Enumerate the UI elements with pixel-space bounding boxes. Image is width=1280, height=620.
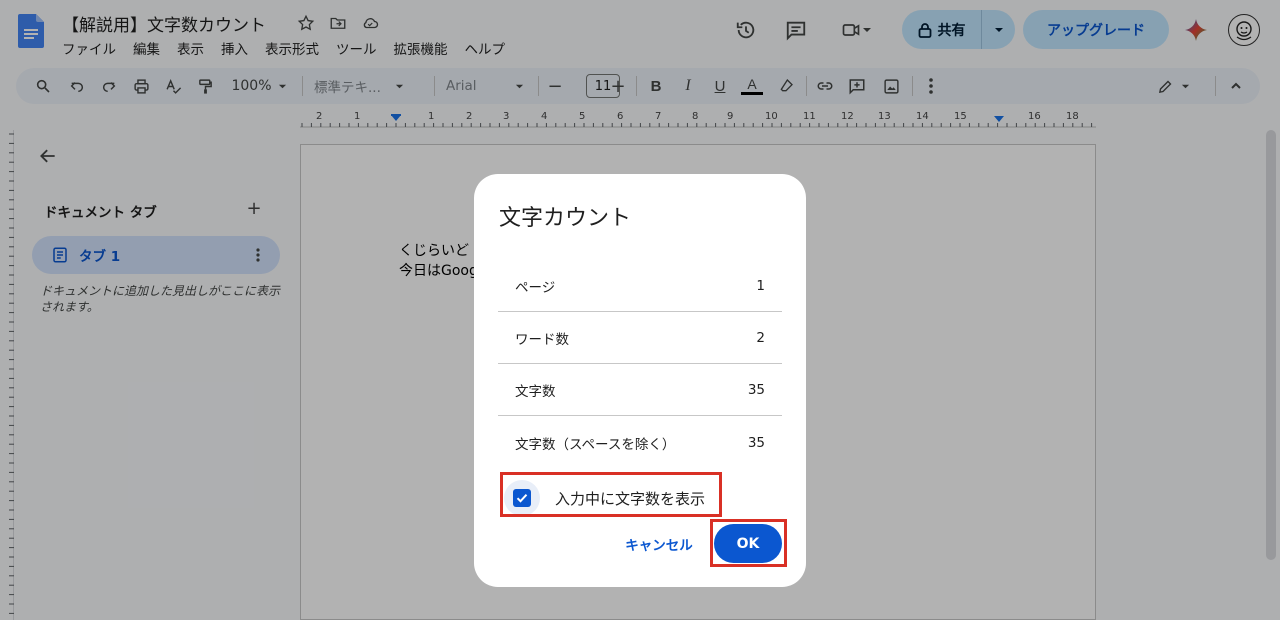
- stat-label: 文字数（スペースを除く）: [515, 437, 676, 453]
- stat-row-characters-no-spaces: 文字数（スペースを除く） 35: [498, 417, 782, 469]
- stat-value: 2: [756, 329, 765, 346]
- stat-label: 文字数: [515, 383, 556, 400]
- cancel-button[interactable]: キャンセル: [614, 526, 704, 562]
- annotation-highlight-box: [500, 472, 722, 517]
- stat-value: 35: [747, 381, 765, 398]
- stat-label: ページ: [515, 279, 556, 296]
- stat-value: 1: [756, 277, 765, 294]
- stat-row-words: ワード数 2: [498, 312, 782, 364]
- annotation-highlight-box: [710, 519, 787, 567]
- dialog-title: 文字カウント: [499, 206, 632, 231]
- stat-value: 35: [747, 435, 765, 451]
- stat-label: ワード数: [515, 331, 569, 348]
- stat-row-characters: 文字数 35: [498, 364, 782, 416]
- stat-row-pages: ページ 1: [498, 260, 782, 312]
